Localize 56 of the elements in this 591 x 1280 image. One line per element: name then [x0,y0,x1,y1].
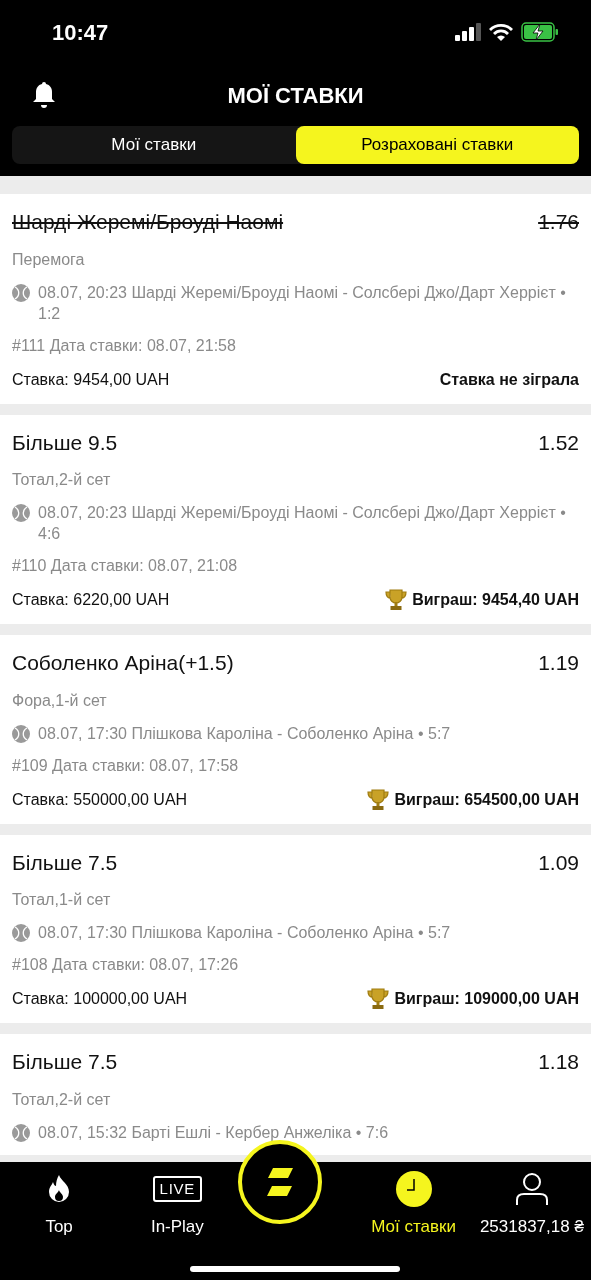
bet-reference: #109 Дата ставки: 08.07, 17:58 [12,755,240,776]
bet-reference: #110 Дата ставки: 08.07, 21:08 [12,556,239,576]
tennis-ball-icon [12,924,30,942]
event-info: 08.07, 15:32 Барті Ешлі - Кербер Анжеліка • 7:6 [38,1122,389,1143]
bet-result: Виграш: 109000,00 UAH [394,989,579,1009]
event-info: 08.07, 17:30 Плішкова Кароліна - Соболенко Аріна • 5:7 [38,723,451,744]
bet-odds: 1.09 [538,849,579,876]
bet-result: Виграш: 654500,00 UAH [394,789,579,810]
bet-stake: Ставка: 6220,00 UAH [12,590,170,610]
bet-market: Тотал,1-й сет [12,890,112,910]
bet-reference: #111 Дата ставки: 08.07, 21:58 [12,335,237,356]
bet-market: Тотал,2-й сет [12,470,112,490]
trophy-icon [366,988,391,1010]
live-icon: LIVE [152,1176,203,1202]
logo-icon [264,1168,295,1196]
bet-stake: Ставка: 9454,00 UAH [12,369,170,390]
flame-icon [47,1174,72,1204]
nav-item[interactable]: 2531837,18 ₴ [472,1170,591,1280]
tennis-ball-icon [12,504,30,522]
bet-selection: Більше 9.5 [12,429,118,456]
bet-stake: Ставка: 550000,00 UAH [12,789,188,810]
event-info: 08.07, 20:23 Шарді Жеремі/Броуді Наомі - Солсбері Джо/Дарт Херрієт • 1:2 [38,282,567,324]
bet-selection: Більше 7.5 [12,849,118,876]
battery-charging-icon [521,22,559,42]
bet-result: Виграш: 9454,40 UAH [412,590,579,610]
bet-stake: Ставка: 100000,00 UAH [12,989,188,1009]
status-time: 10:47 [52,18,109,47]
tab[interactable]: Розраховані ставки [295,126,579,164]
bet-result: Ставка не зіграла [439,369,579,390]
clock-icon [395,1171,432,1207]
bet-selection: Соболенко Аріна(+1.5) [12,650,234,676]
tennis-ball-icon [12,1123,30,1142]
nav-item[interactable]: Top [0,1170,119,1280]
bet-market: Тотал,2-й сет [12,1089,112,1110]
event-info: 08.07, 20:23 Шарді Жеремі/Броуді Наомі - Солсбері Джо/Дарт Херрієт • 4:6 [38,503,567,544]
bell-icon[interactable] [32,81,56,109]
tab[interactable]: Мої ставки [12,126,296,164]
signal-icon [455,23,481,41]
user-icon [514,1172,549,1206]
bet-selection: Шарді Жеремі/Броуді Наомі [12,209,284,235]
bet-odds: 1.52 [538,429,579,456]
nav-item[interactable]: Мої ставки [354,1170,473,1280]
bet-market: Перемога [12,249,86,270]
trophy-icon [384,589,409,611]
bet-odds: 1.76 [538,209,579,235]
event-info: 08.07, 17:30 Плішкова Кароліна - Соболенко Аріна • 5:7 [38,923,451,943]
page-title: МОЇ СТАВКИ [227,81,364,110]
bet-odds: 1.18 [538,1049,579,1075]
wifi-icon [489,23,513,41]
bet-market: Фора,1-й сет [12,690,108,711]
tennis-ball-icon [12,283,30,302]
tennis-ball-icon [12,724,30,743]
bet-selection: Більше 7.5 [12,1049,118,1075]
bet-reference: #108 Дата ставки: 08.07, 17:26 [12,955,240,975]
bet-odds: 1.19 [538,650,579,676]
trophy-icon [366,788,391,811]
